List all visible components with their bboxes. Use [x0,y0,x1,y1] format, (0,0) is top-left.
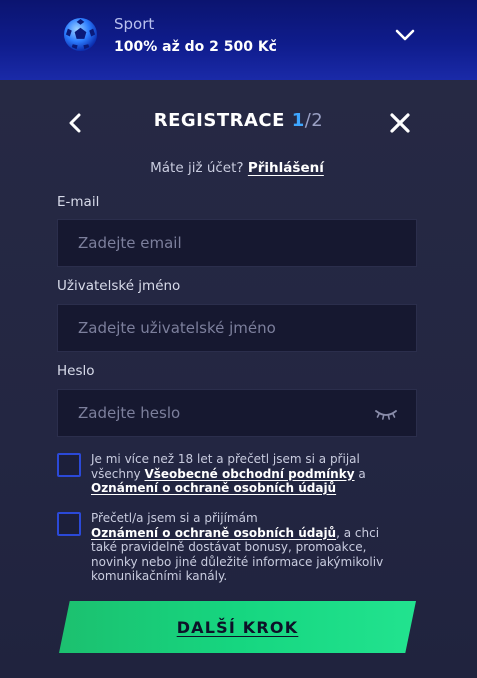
consent1-joiner: a [354,466,366,481]
password-label: Heslo [57,363,95,379]
email-field[interactable] [78,234,416,252]
football-icon [63,17,98,52]
step-total: /2 [304,110,324,131]
next-step-button[interactable]: DALŠÍ KROK [59,601,416,653]
age-terms-text: Je mi více než 18 let a přečetl jsem si … [91,452,401,496]
marketing-consent-text: Přečetl/a jsem si a přijímám Oznámení o … [91,511,401,584]
username-label: Uživatelské jméno [57,278,181,294]
privacy-link[interactable]: Oznámení o ochraně osobních údajů [91,481,336,495]
eye-closed-icon[interactable] [374,406,398,422]
promo-banner[interactable]: Sport 100% až do 2 500 Kč [0,0,477,80]
banner-offer: 100% až do 2 500 Kč [114,39,277,55]
banner-title: Sport [114,15,155,33]
username-field-box [57,304,417,352]
password-field[interactable] [78,404,416,422]
email-field-box [57,219,417,267]
privacy-link-2[interactable]: Oznámení o ochraně osobních údajů [91,526,336,540]
marketing-checkbox[interactable] [57,512,81,536]
terms-link[interactable]: Všeobecné obchodní podmínky [144,467,354,481]
consent2-text: Přečetl/a jsem si a přijímám [91,511,258,525]
chevron-down-icon[interactable] [394,27,416,43]
password-field-box [57,389,417,437]
username-field[interactable] [78,319,416,337]
login-prompt: Máte již účet? Přihlášení [0,160,474,176]
email-label: E-mail [57,194,100,210]
next-step-label: DALŠÍ KROK [176,617,299,637]
close-icon[interactable] [389,112,411,134]
login-prompt-text: Máte již účet? [150,160,244,176]
title-text: REGISTRACE [153,110,285,131]
age-terms-checkbox[interactable] [57,453,81,477]
login-link[interactable]: Přihlášení [248,160,324,176]
step-current: 1 [291,110,305,131]
